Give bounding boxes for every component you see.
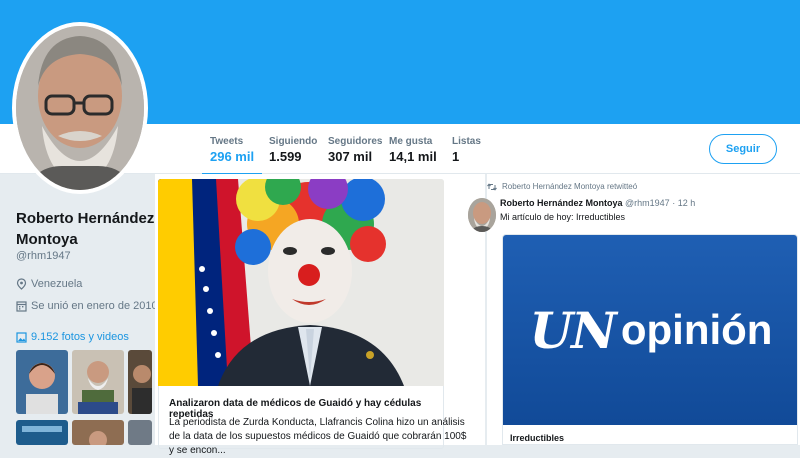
avatar-portrait	[16, 26, 144, 190]
tab-likes-value: 14,1 mil	[389, 149, 437, 164]
tweet-card-title[interactable]: Irreductibles	[510, 433, 564, 443]
follow-button[interactable]: Seguir	[709, 134, 777, 164]
link-card-image[interactable]	[158, 179, 444, 386]
retweet-context-text: Roberto Hernández Montoya retwitteó	[502, 182, 638, 191]
photos-videos-link[interactable]: 9.152 fotos y videos	[16, 331, 129, 343]
tweet-card[interactable]: Analizaron data de médicos de Guaidó y h…	[155, 174, 485, 456]
profile-avatar[interactable]	[12, 22, 148, 194]
tab-lists-label: Listas	[452, 136, 481, 147]
tab-lists-value: 1	[452, 149, 460, 164]
tab-tweets[interactable]: Tweets 296 mil	[201, 136, 263, 176]
media-thumbnail[interactable]	[128, 350, 152, 414]
tweet-author-avatar[interactable]	[468, 198, 496, 232]
tab-following-label: Siguiendo	[269, 136, 318, 147]
tweet-author-name[interactable]: Roberto Hernández Montoya	[500, 198, 623, 208]
photos-videos-label: 9.152 fotos y videos	[31, 331, 129, 343]
tweet-header: Roberto Hernández Montoya @rhm1947 · 12 …	[500, 198, 695, 208]
tab-followers-value: 307 mil	[328, 149, 373, 164]
media-thumbnail[interactable]	[72, 350, 124, 414]
thumbnail-image	[128, 350, 152, 414]
profile-joined: Se unió en enero de 2010	[16, 300, 158, 312]
tab-followers[interactable]: Seguidores 307 mil	[328, 136, 382, 164]
tab-following[interactable]: Siguiendo 1.599	[269, 136, 317, 164]
tab-likes[interactable]: Me gusta 14,1 mil	[389, 136, 437, 164]
media-thumbnail[interactable]	[16, 350, 68, 414]
profile-handle[interactable]: @rhm1947	[16, 250, 71, 262]
logo-opinion: opinión	[620, 306, 773, 353]
tab-followers-label: Seguidores	[328, 136, 383, 147]
media-thumbnail[interactable]	[128, 420, 152, 445]
logo-un: UN	[529, 300, 617, 360]
tab-lists[interactable]: Listas 1	[452, 136, 481, 164]
image-icon	[16, 331, 27, 343]
media-thumbnail[interactable]	[16, 420, 68, 445]
location-text: Venezuela	[31, 278, 83, 290]
calendar-icon	[16, 301, 27, 312]
tweet-text: Mi artículo de hoy: Irreductibles	[500, 212, 626, 222]
un-opinion-logo: UN opinión	[530, 301, 773, 360]
thumbnail-image	[72, 350, 124, 414]
joined-text: Se unió en enero de 2010	[31, 300, 158, 312]
tweet-timestamp[interactable]: 12 h	[678, 198, 696, 208]
media-thumbnail[interactable]	[72, 420, 124, 445]
tab-tweets-label: Tweets	[210, 136, 244, 147]
retweet-item[interactable]: Roberto Hernández Montoya retwitteó Robe…	[468, 174, 800, 445]
retweet-icon	[487, 182, 497, 191]
thumbnail-image	[128, 420, 152, 445]
tab-likes-label: Me gusta	[389, 136, 433, 147]
location-pin-icon	[16, 278, 27, 290]
clown-photo	[158, 179, 444, 386]
link-card-description: La periodista de Zurda Konducta, Llafran…	[169, 417, 467, 456]
thumbnail-image	[16, 420, 68, 445]
retweet-context: Roberto Hernández Montoya retwitteó	[487, 182, 637, 191]
thumbnail-image	[72, 420, 124, 445]
profile-location: Venezuela	[16, 278, 82, 290]
profile-name[interactable]: Roberto Hernández Montoya	[16, 208, 156, 250]
thumbnail-image	[16, 350, 68, 414]
tweet-card-image: UN opinión	[503, 235, 797, 425]
tab-following-value: 1.599	[269, 149, 302, 164]
tab-tweets-value: 296 mil	[210, 149, 255, 164]
tweet-link-card[interactable]: UN opinión Irreductibles	[502, 234, 798, 445]
author-avatar-image	[468, 198, 496, 232]
tweet-author-handle[interactable]: @rhm1947	[625, 198, 670, 208]
